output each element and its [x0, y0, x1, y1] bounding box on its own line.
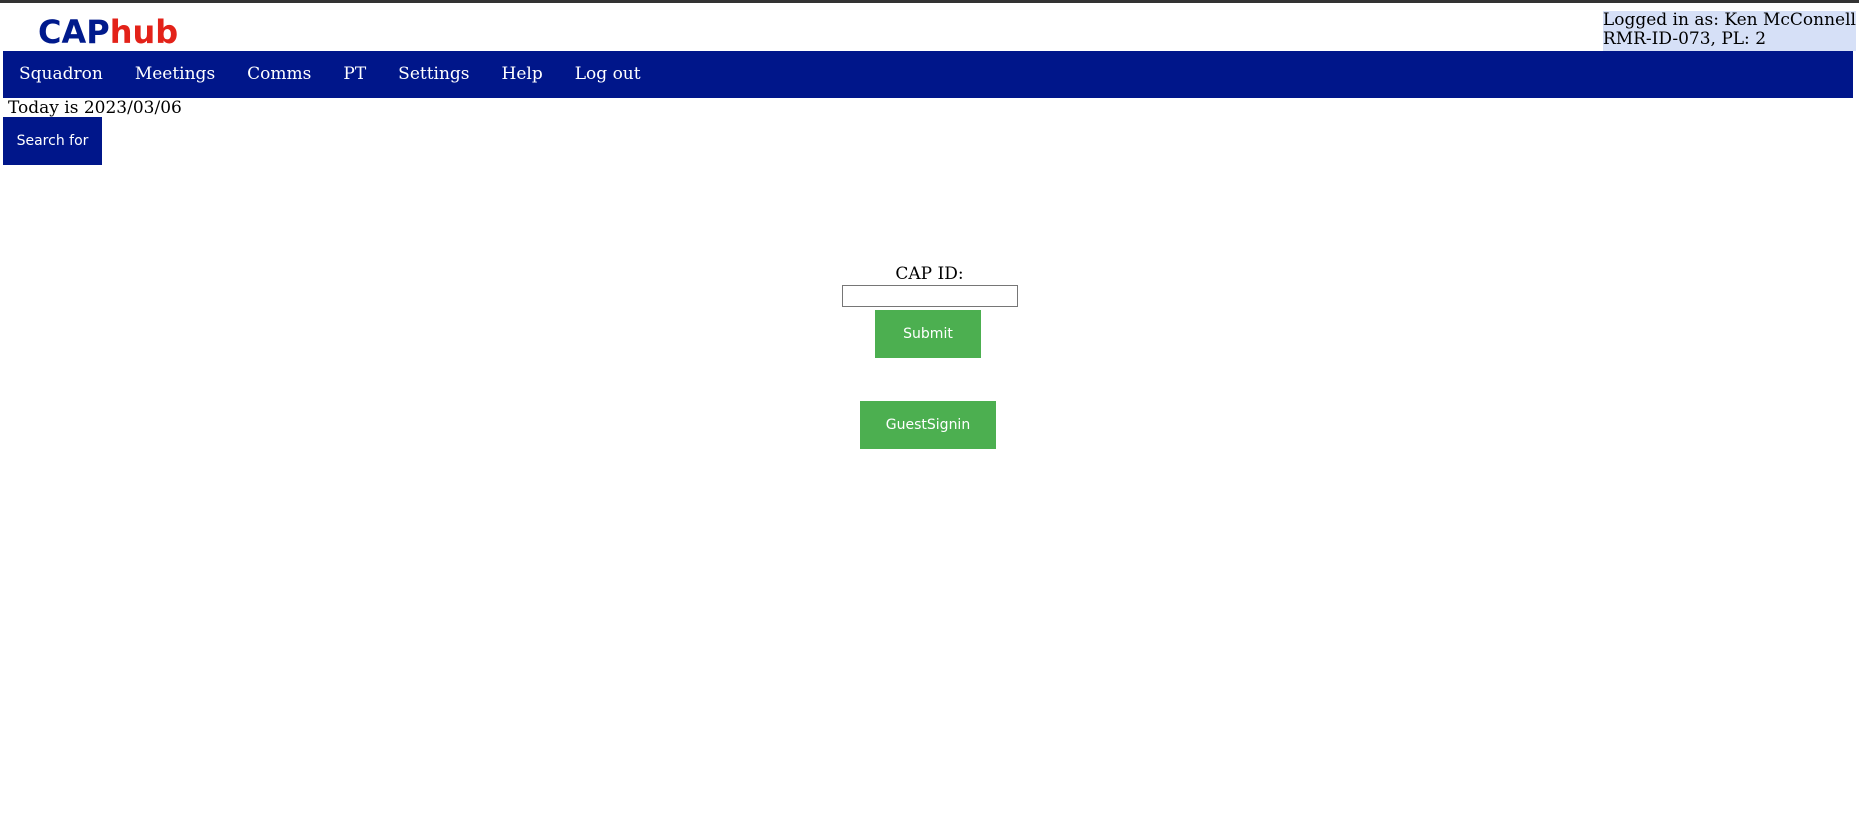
nav-item-pt[interactable]: PT	[327, 51, 382, 98]
nav-item-logout[interactable]: Log out	[559, 51, 657, 98]
caphub-logo: CAPhub	[38, 12, 178, 52]
nav-item-squadron[interactable]: Squadron	[3, 51, 119, 98]
today-date-text: Today is 2023/03/06	[8, 98, 182, 118]
cap-id-input[interactable]	[842, 285, 1018, 307]
user-id-text: RMR-ID-073, PL: 2	[1602, 29, 1767, 49]
nav-item-help[interactable]: Help	[486, 51, 559, 98]
nav-item-settings[interactable]: Settings	[382, 51, 485, 98]
cap-id-label: CAP ID:	[895, 264, 964, 284]
search-for-button[interactable]: Search for	[3, 117, 102, 165]
logged-in-as-text: Logged in as: Ken McConnell	[1602, 10, 1856, 30]
user-info: Logged in as: Ken McConnell RMR-ID-073, …	[1602, 10, 1856, 51]
logo-cap-text: CAP	[38, 13, 110, 51]
nav-item-comms[interactable]: Comms	[231, 51, 327, 98]
logo-hub-text: hub	[109, 13, 179, 51]
guest-signin-button[interactable]: GuestSignin	[860, 401, 996, 449]
main-navbar: Squadron Meetings Comms PT Settings Help…	[3, 51, 1853, 98]
nav-item-meetings[interactable]: Meetings	[119, 51, 231, 98]
top-border	[0, 0, 1859, 3]
submit-button[interactable]: Submit	[875, 310, 981, 358]
